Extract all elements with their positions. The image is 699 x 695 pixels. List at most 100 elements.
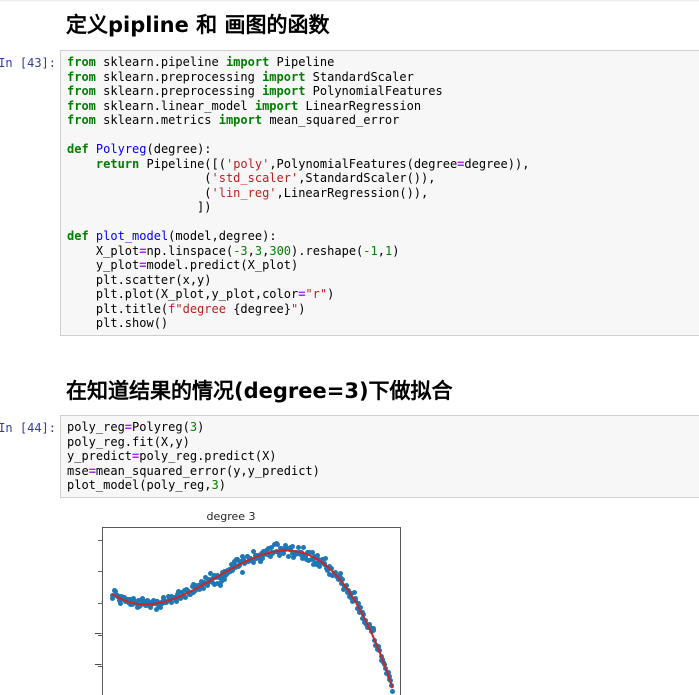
code-token: ,LinearRegression()), bbox=[276, 185, 429, 200]
code-token: poly_reg.fit(X,y) bbox=[67, 434, 190, 449]
code-token: sklearn.pipeline bbox=[95, 55, 226, 69]
code-token: from bbox=[67, 113, 96, 127]
plot-axes-frame bbox=[102, 527, 401, 695]
code-token: StandardScaler bbox=[305, 69, 414, 84]
plot-title: degree 3 bbox=[206, 510, 256, 523]
code-token: y_plot bbox=[67, 258, 140, 272]
code-token: ).reshape( bbox=[291, 243, 364, 258]
code-token: (degree): bbox=[146, 142, 212, 156]
code-token: 'std_scaler' bbox=[211, 171, 299, 185]
code-token: 3 bbox=[189, 420, 198, 434]
code-line: plt.show() bbox=[67, 316, 699, 331]
code-line: poly_reg.fit(X,y) bbox=[67, 435, 699, 450]
code-token: from bbox=[67, 84, 96, 98]
code-token: plt.title( bbox=[67, 301, 169, 316]
markdown-heading-fit-degree-3: 在知道结果的情况(degree=3)下做拟合 bbox=[66, 379, 453, 403]
code-line: y_plot=model.predict(X_plot) bbox=[67, 258, 699, 273]
code-token: Pipeline bbox=[269, 55, 335, 69]
code-token: "r" bbox=[305, 287, 328, 301]
code-line: from sklearn.linear_model import LinearR… bbox=[67, 99, 699, 114]
code-token: plt.plot(X_plot,y_plot,color bbox=[67, 287, 299, 301]
code-token: sklearn.linear_model bbox=[95, 98, 255, 113]
code-token: from bbox=[67, 69, 96, 84]
code-token: sklearn.metrics bbox=[95, 113, 219, 127]
top-divider bbox=[0, 0, 699, 3]
code-line: plot_model(poly_reg,3) bbox=[67, 478, 699, 493]
code-token: X_plot bbox=[67, 243, 140, 258]
code-token: ,StandardScaler()), bbox=[298, 171, 436, 185]
input-prompt-44: In [44]: bbox=[0, 421, 56, 435]
input-prompt-43: In [43]: bbox=[0, 56, 56, 70]
code-token: ]) bbox=[67, 200, 212, 214]
code-token: PolynomialFeatures bbox=[305, 84, 443, 98]
code-cell-44[interactable]: poly_reg=Polyreg(3) poly_reg.fit(X,y) y_pr… bbox=[60, 415, 699, 498]
code-token: import bbox=[254, 98, 299, 113]
code-token: -3 bbox=[233, 243, 248, 258]
code-token: = bbox=[124, 420, 133, 434]
code-token: (model,degree): bbox=[168, 229, 277, 243]
code-token: LinearRegression bbox=[298, 98, 422, 113]
code-token: from bbox=[67, 98, 96, 113]
code-token: ( bbox=[67, 185, 212, 200]
code-line: plt.plot(X_plot,y_plot,color="r") bbox=[67, 287, 699, 302]
code-token: ( bbox=[67, 171, 212, 185]
code-token: plt.scatter(x,y) bbox=[67, 272, 212, 287]
code-token: y_predict bbox=[67, 449, 133, 463]
code-token: mean_squared_error bbox=[262, 113, 400, 127]
code-line: y_predict=poly_reg.predict(X) bbox=[67, 449, 699, 464]
code-token: plot_model(poly_reg, bbox=[67, 478, 212, 492]
code-token: f"degree bbox=[168, 301, 234, 316]
code-token: ) bbox=[298, 301, 306, 316]
code-token: model.predict(X_plot) bbox=[146, 258, 299, 272]
code-line: ('lin_reg',LinearRegression()), bbox=[67, 186, 699, 201]
code-token: from bbox=[67, 55, 96, 69]
code-line: from sklearn.preprocessing import Polyno… bbox=[67, 84, 699, 99]
code-line: def Polyreg(degree): bbox=[67, 142, 699, 157]
code-line: mse=mean_squared_error(y,y_predict) bbox=[67, 464, 699, 479]
code-token: ) bbox=[197, 420, 205, 434]
code-token: sklearn.preprocessing bbox=[95, 69, 263, 84]
code-token: , bbox=[377, 243, 385, 258]
code-token: ,PolynomialFeatures(degree bbox=[269, 156, 458, 171]
markdown-heading-define-pipeline: 定义pipline 和 画图的函数 bbox=[66, 13, 330, 37]
code-line: X_plot=np.linspace(-3,3,300).reshape(-1,… bbox=[67, 244, 699, 259]
notebook-page: 定义pipline 和 画图的函数 In [43]: from sklearn.… bbox=[0, 0, 699, 695]
code-token: def bbox=[67, 142, 89, 156]
code-token: = bbox=[88, 463, 96, 478]
code-token: , bbox=[247, 243, 255, 258]
code-token: 300 bbox=[269, 243, 292, 258]
code-line: from sklearn.preprocessing import Standa… bbox=[67, 70, 699, 85]
code-token: return bbox=[95, 156, 140, 171]
polynomial-fit-curve bbox=[111, 549, 394, 689]
code-token: poly_reg.predict(X) bbox=[139, 449, 277, 463]
code-line: plt.title(f"degree {degree}") bbox=[67, 302, 699, 317]
code-cell-43[interactable]: from sklearn.pipeline import Pipeline fro… bbox=[60, 50, 699, 336]
code-token: np.linspace( bbox=[146, 243, 234, 258]
code-token: import bbox=[218, 113, 263, 127]
code-line: poly_reg=Polyreg(3) bbox=[67, 420, 699, 435]
matplotlib-output-figure: degree 3 50−5−10−15−20 bbox=[60, 500, 480, 695]
code-token: 'poly' bbox=[225, 156, 270, 171]
code-token: plt.show() bbox=[67, 316, 169, 330]
code-token: ) bbox=[392, 243, 400, 258]
code-token: poly_reg bbox=[67, 420, 125, 434]
code-line: def plot_model(model,degree): bbox=[67, 229, 699, 244]
code-token: mse bbox=[67, 463, 89, 478]
code-line: from sklearn.pipeline import Pipeline bbox=[67, 55, 699, 70]
code-token: Polyreg( bbox=[132, 420, 190, 434]
code-line: return Pipeline([('poly',PolynomialFeatu… bbox=[67, 157, 699, 172]
code-line: from sklearn.metrics import mean_squared… bbox=[67, 113, 699, 128]
code-token: ) bbox=[327, 287, 335, 301]
code-token: import bbox=[262, 84, 306, 98]
code-token: sklearn.preprocessing bbox=[95, 84, 263, 98]
code-token: Pipeline([( bbox=[139, 156, 226, 171]
code-token: plot_model bbox=[95, 229, 169, 243]
code-token: Polyreg bbox=[95, 142, 147, 156]
code-token: mean_squared_error(y,y_predict) bbox=[95, 463, 320, 478]
code-token: import bbox=[225, 55, 270, 69]
